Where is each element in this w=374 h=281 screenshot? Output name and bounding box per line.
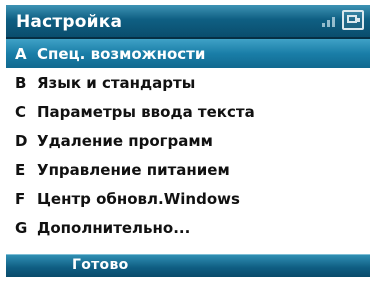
menu-item-more[interactable]: G Дополнительно... xyxy=(6,213,370,242)
menu-item-power-management[interactable]: E Управление питанием xyxy=(6,155,370,184)
settings-menu: A Спец. возможности B Язык и стандарты C… xyxy=(6,39,370,242)
signal-icon xyxy=(320,11,338,29)
menu-item-input-settings[interactable]: C Параметры ввода текста xyxy=(6,97,370,126)
menu-label: Параметры ввода текста xyxy=(37,102,255,121)
menu-item-remove-programs[interactable]: D Удаление программ xyxy=(6,126,370,155)
menu-item-windows-update[interactable]: F Центр обновл.Windows xyxy=(6,184,370,213)
battery-icon xyxy=(342,10,364,30)
menu-label: Удаление программ xyxy=(37,131,213,150)
menu-key: F xyxy=(15,189,26,208)
menu-label: Центр обновл.Windows xyxy=(37,189,240,208)
softkey-bar: Готово xyxy=(6,254,370,277)
menu-key: B xyxy=(15,73,27,92)
settings-screen: Настройка A Спец. возможности B Язык и с… xyxy=(6,5,370,277)
menu-label: Язык и стандарты xyxy=(37,73,196,92)
menu-key: C xyxy=(15,102,27,121)
menu-label: Спец. возможности xyxy=(37,44,206,63)
status-icons xyxy=(320,10,364,30)
menu-key: A xyxy=(15,44,27,63)
menu-label: Дополнительно... xyxy=(37,218,191,237)
menu-item-regional-settings[interactable]: B Язык и стандарты xyxy=(6,68,370,97)
menu-label: Управление питанием xyxy=(37,160,230,179)
menu-key: G xyxy=(15,218,28,237)
menu-key: E xyxy=(15,160,26,179)
menu-item-accessibility[interactable]: A Спец. возможности xyxy=(6,39,370,68)
title-bar: Настройка xyxy=(6,5,370,39)
page-title: Настройка xyxy=(16,12,123,32)
done-softkey[interactable]: Готово xyxy=(72,257,129,273)
menu-key: D xyxy=(15,131,28,150)
